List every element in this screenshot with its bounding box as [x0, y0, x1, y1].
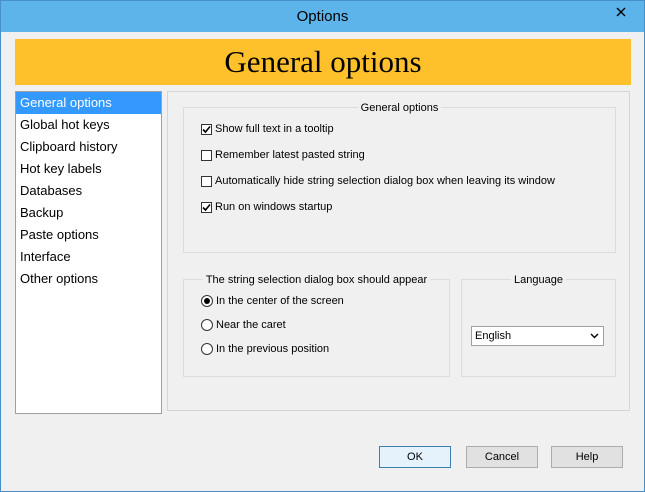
checkbox-auto-hide[interactable]	[201, 175, 212, 187]
checkbox-remember-latest[interactable]	[201, 149, 212, 161]
chevron-down-icon	[590, 333, 598, 339]
checkbox-show-full-text[interactable]	[201, 123, 212, 135]
banner-title: General options	[224, 44, 422, 79]
nav-item-global-hot-keys[interactable]: Global hot keys	[16, 114, 161, 136]
option-near-caret[interactable]: Near the caret	[201, 319, 286, 331]
label-previous-position: In the previous position	[216, 343, 330, 355]
label-show-full-text: Show full text in a tooltip	[215, 123, 334, 135]
dialog-body: General options General options Global h…	[8, 32, 638, 486]
option-show-full-text[interactable]: Show full text in a tooltip	[201, 123, 334, 135]
nav-item-backup[interactable]: Backup	[16, 202, 161, 224]
label-near-caret: Near the caret	[216, 319, 286, 331]
checkmark-icon	[202, 125, 211, 133]
nav-item-paste-options[interactable]: Paste options	[16, 224, 161, 246]
option-run-on-startup[interactable]: Run on windows startup	[201, 201, 332, 213]
nav-item-other-options[interactable]: Other options	[16, 268, 161, 290]
radio-near-caret[interactable]	[201, 319, 213, 331]
general-options-group: General options Show full text in a tool…	[183, 102, 616, 253]
radio-center-screen[interactable]	[201, 295, 213, 307]
nav-item-clipboard-history[interactable]: Clipboard history	[16, 136, 161, 158]
label-remember-latest: Remember latest pasted string	[215, 149, 365, 161]
language-group: Language English	[461, 274, 616, 377]
option-remember-latest[interactable]: Remember latest pasted string	[201, 149, 365, 161]
checkmark-icon	[202, 203, 211, 211]
nav-item-databases[interactable]: Databases	[16, 180, 161, 202]
category-list[interactable]: General options Global hot keys Clipboar…	[15, 91, 162, 414]
label-run-on-startup: Run on windows startup	[215, 201, 333, 213]
label-auto-hide: Automatically hide string selection dial…	[215, 175, 555, 187]
option-previous-position[interactable]: In the previous position	[201, 343, 329, 355]
help-button[interactable]: Help	[551, 446, 623, 468]
nav-item-interface[interactable]: Interface	[16, 246, 161, 268]
nav-item-general-options[interactable]: General options	[16, 92, 161, 114]
option-center-screen[interactable]: In the center of the screen	[201, 295, 344, 307]
language-select[interactable]: English	[471, 326, 604, 346]
language-selected-value: English	[475, 330, 512, 342]
dialog-position-legend: The string selection dialog box should a…	[202, 274, 431, 286]
ok-button[interactable]: OK	[379, 446, 451, 468]
radio-previous-position[interactable]	[201, 343, 213, 355]
close-icon	[616, 7, 626, 17]
options-panel: General options Show full text in a tool…	[167, 91, 630, 411]
close-button[interactable]	[606, 2, 636, 22]
dialog-position-group: The string selection dialog box should a…	[183, 274, 450, 377]
option-auto-hide[interactable]: Automatically hide string selection dial…	[201, 175, 555, 187]
language-legend: Language	[511, 274, 566, 286]
options-window: Options General options General options …	[0, 0, 645, 492]
general-options-legend: General options	[357, 102, 442, 114]
dropdown-button[interactable]	[588, 330, 600, 342]
title-bar[interactable]: Options	[1, 1, 644, 32]
window-title: Options	[296, 8, 349, 25]
nav-item-hot-key-labels[interactable]: Hot key labels	[16, 158, 161, 180]
cancel-button[interactable]: Cancel	[466, 446, 538, 468]
label-center-screen: In the center of the screen	[216, 295, 344, 307]
header-banner: General options	[15, 39, 631, 85]
checkbox-run-on-startup[interactable]	[201, 201, 212, 213]
